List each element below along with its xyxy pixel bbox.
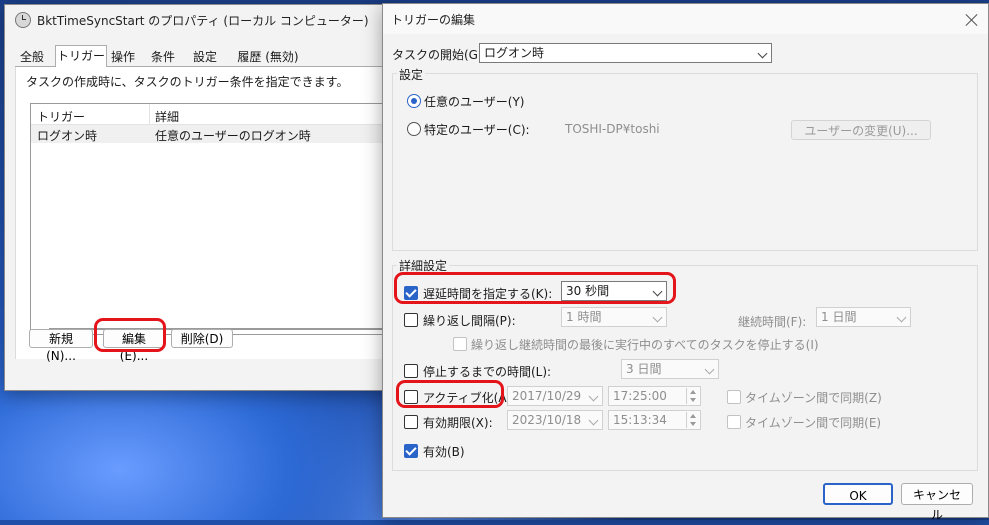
settings-group-title: 設定 <box>397 66 426 83</box>
edit-trigger-button[interactable]: 編集(E)... <box>103 329 165 363</box>
cancel-button[interactable]: キャンセル <box>901 483 973 522</box>
tab-general[interactable]: 全般 <box>17 48 47 66</box>
repeat-label: 繰り返し間隔(P): <box>423 314 516 328</box>
tz-sync-label-2: タイムゾーン間で同期(E) <box>745 416 882 430</box>
tab-triggers[interactable]: トリガー <box>55 45 107 68</box>
dialog-titlebar: トリガーの編集 <box>383 4 988 34</box>
duration-value: 1 日間 <box>821 310 857 324</box>
chevron-down-icon <box>896 312 907 323</box>
task-clock-icon <box>15 12 31 28</box>
column-header-details[interactable]: 詳細 <box>155 108 179 125</box>
table-row[interactable]: ログオン時 任意のユーザーのログオン時 <box>31 125 393 143</box>
task-properties-window: BktTimeSyncStart のプロパティ (ローカル コンピューター) 全… <box>4 4 394 391</box>
enabled-label: 有効(B) <box>423 445 465 459</box>
stop-all-label: 繰り返し継続時間の最後に実行中のすべてのタスクを停止する(I) <box>471 338 819 352</box>
tab-settings[interactable]: 設定 <box>191 48 219 66</box>
column-divider <box>149 104 150 124</box>
row-trigger-cell: ログオン時 <box>37 129 98 143</box>
repeat-value: 1 時間 <box>566 310 602 324</box>
chevron-down-icon <box>704 364 715 375</box>
task-start-select[interactable]: ログオン時 <box>479 43 772 63</box>
stop-after-label: 停止するまでの時間(L): <box>423 365 552 379</box>
tab-history[interactable]: 履歴 (無効) <box>233 48 303 66</box>
delete-trigger-button[interactable]: 削除(D) <box>171 329 233 348</box>
triggers-tab-panel: タスクの作成時に、タスクのトリガー条件を指定できます。 トリガー 詳細 ログオン… <box>15 67 394 359</box>
any-user-radio[interactable] <box>407 94 421 108</box>
spinner-arrows-icon <box>686 412 699 428</box>
stop-after-checkbox[interactable] <box>404 364 418 378</box>
new-trigger-button[interactable]: 新規(N)... <box>29 329 93 363</box>
activate-time-spinner[interactable]: 17:25:00 <box>608 386 701 406</box>
close-icon[interactable] <box>965 13 979 27</box>
chevron-down-icon <box>588 391 599 402</box>
expire-checkbox[interactable] <box>404 415 418 429</box>
table-header: トリガー 詳細 <box>31 104 393 125</box>
expire-time-spinner[interactable]: 15:13:34 <box>608 410 701 430</box>
properties-title: BktTimeSyncStart のプロパティ (ローカル コンピューター) <box>37 13 369 28</box>
chevron-down-icon <box>757 48 768 59</box>
edit-trigger-dialog: トリガーの編集 タスクの開始(G): ログオン時 設定 任意のユーザー(Y) 特… <box>382 3 989 522</box>
stop-all-checkbox[interactable] <box>453 337 467 351</box>
task-start-value: ログオン時 <box>484 46 545 60</box>
delay-label: 遅延時間を指定する(K): <box>423 287 553 301</box>
expire-date-picker[interactable]: 2023/10/18 <box>507 410 603 430</box>
triggers-description: タスクの作成時に、タスクのトリガー条件を指定できます。 <box>26 75 349 89</box>
properties-titlebar: BktTimeSyncStart のプロパティ (ローカル コンピューター) <box>5 5 391 35</box>
activate-label: アクティブ化(A): <box>423 391 516 405</box>
specific-user-radio[interactable] <box>407 122 421 136</box>
stop-after-value: 3 日間 <box>626 362 662 376</box>
task-start-label: タスクの開始(G): <box>392 48 487 62</box>
activate-time-value: 17:25:00 <box>613 389 667 403</box>
tz-sync-checkbox-1[interactable] <box>727 390 741 404</box>
expire-date-value: 2023/10/18 <box>512 413 582 427</box>
spinner-arrows-icon <box>686 388 699 404</box>
repeat-interval-select[interactable]: 1 時間 <box>561 307 667 327</box>
any-user-label: 任意のユーザー(Y) <box>424 95 525 109</box>
enabled-checkbox[interactable] <box>404 444 418 458</box>
chevron-down-icon <box>652 286 663 297</box>
tz-sync-checkbox-2[interactable] <box>727 415 741 429</box>
activate-date-value: 2017/10/29 <box>512 389 582 403</box>
expire-time-value: 15:13:34 <box>613 413 667 427</box>
activate-date-picker[interactable]: 2017/10/29 <box>507 386 603 406</box>
delay-value: 30 秒間 <box>566 284 610 298</box>
repeat-checkbox[interactable] <box>404 313 418 327</box>
expire-label: 有効期限(X): <box>423 416 493 430</box>
ok-button[interactable]: OK <box>823 483 893 505</box>
tab-conditions[interactable]: 条件 <box>149 48 177 66</box>
duration-select[interactable]: 1 日間 <box>816 307 911 327</box>
dialog-title: トリガーの編集 <box>391 12 476 27</box>
column-header-trigger[interactable]: トリガー <box>37 108 85 125</box>
activate-checkbox[interactable] <box>404 390 418 404</box>
delay-checkbox[interactable] <box>404 286 418 300</box>
specific-user-label: 特定のユーザー(C): <box>424 123 530 137</box>
advanced-group-title: 詳細設定 <box>397 257 450 274</box>
chevron-down-icon <box>652 312 663 323</box>
row-details-cell: 任意のユーザーのログオン時 <box>155 129 311 143</box>
tab-actions[interactable]: 操作 <box>109 48 137 66</box>
triggers-table: トリガー 詳細 ログオン時 任意のユーザーのログオン時 <box>30 103 394 335</box>
stop-after-select[interactable]: 3 日間 <box>621 359 719 379</box>
delay-select[interactable]: 30 秒間 <box>561 281 667 301</box>
duration-label: 継続時間(F): <box>738 315 807 329</box>
tz-sync-label-1: タイムゾーン間で同期(Z) <box>745 391 882 405</box>
chevron-down-icon <box>588 415 599 426</box>
specific-user-value: TOSHI-DP¥toshi <box>565 122 660 136</box>
change-user-button[interactable]: ユーザーの変更(U)... <box>791 120 931 140</box>
